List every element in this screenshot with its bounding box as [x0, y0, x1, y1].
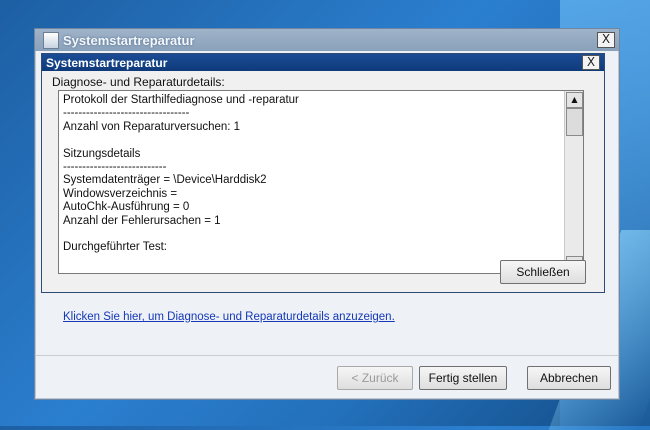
dialog-title: Systemstartreparatur — [46, 56, 168, 70]
app-icon — [43, 32, 59, 49]
log-line: Sitzungsdetails — [63, 147, 141, 160]
log-line: --------------------------- — [63, 160, 167, 173]
log-line: Durchgeführter Test: — [63, 241, 167, 254]
log-line: Windowsverzeichnis = — [63, 187, 178, 200]
log-line: AutoChk-Ausführung = 0 — [63, 201, 190, 214]
window-titlebar[interactable]: Systemstartreparatur X — [35, 29, 619, 51]
vertical-scrollbar[interactable]: ▲ ▼ — [564, 91, 583, 273]
dialog-close-icon[interactable]: X — [582, 55, 600, 70]
dialog-titlebar[interactable]: Systemstartreparatur X — [42, 54, 604, 71]
show-details-link[interactable]: Klicken Sie hier, um Diagnose- und Repar… — [63, 311, 395, 323]
log-line: --------------------------------- — [63, 107, 190, 120]
window-close-button[interactable]: X — [597, 32, 615, 48]
window-title: Systemstartreparatur — [63, 33, 195, 48]
close-details-button[interactable]: Schließen — [500, 260, 586, 284]
finish-button[interactable]: Fertig stellen — [419, 366, 507, 390]
log-line: Systemdatenträger = \Device\Harddisk2 — [63, 174, 267, 187]
cancel-button[interactable]: Abbrechen — [527, 366, 611, 390]
log-line: Anzahl der Fehlerursachen = 1 — [63, 214, 221, 227]
log-line: Protokoll der Starthilfediagnose und -re… — [63, 94, 299, 106]
footer-divider — [35, 355, 619, 356]
scroll-thumb[interactable] — [566, 108, 583, 136]
details-textbox[interactable]: Protokoll der Starthilfediagnose und -re… — [58, 90, 584, 274]
details-label: Diagnose- und Reparaturdetails: — [52, 75, 225, 89]
details-log: Protokoll der Starthilfediagnose und -re… — [63, 94, 559, 270]
back-button[interactable]: < Zurück — [337, 366, 413, 390]
repair-details-dialog: Systemstartreparatur X Diagnose- und Rep… — [41, 53, 605, 293]
scroll-up-arrow-icon[interactable]: ▲ — [566, 92, 583, 108]
startup-repair-window: Systemstartreparatur X Systemstartrepara… — [34, 28, 620, 400]
log-line: Anzahl von Reparaturversuchen: 1 — [63, 120, 241, 133]
